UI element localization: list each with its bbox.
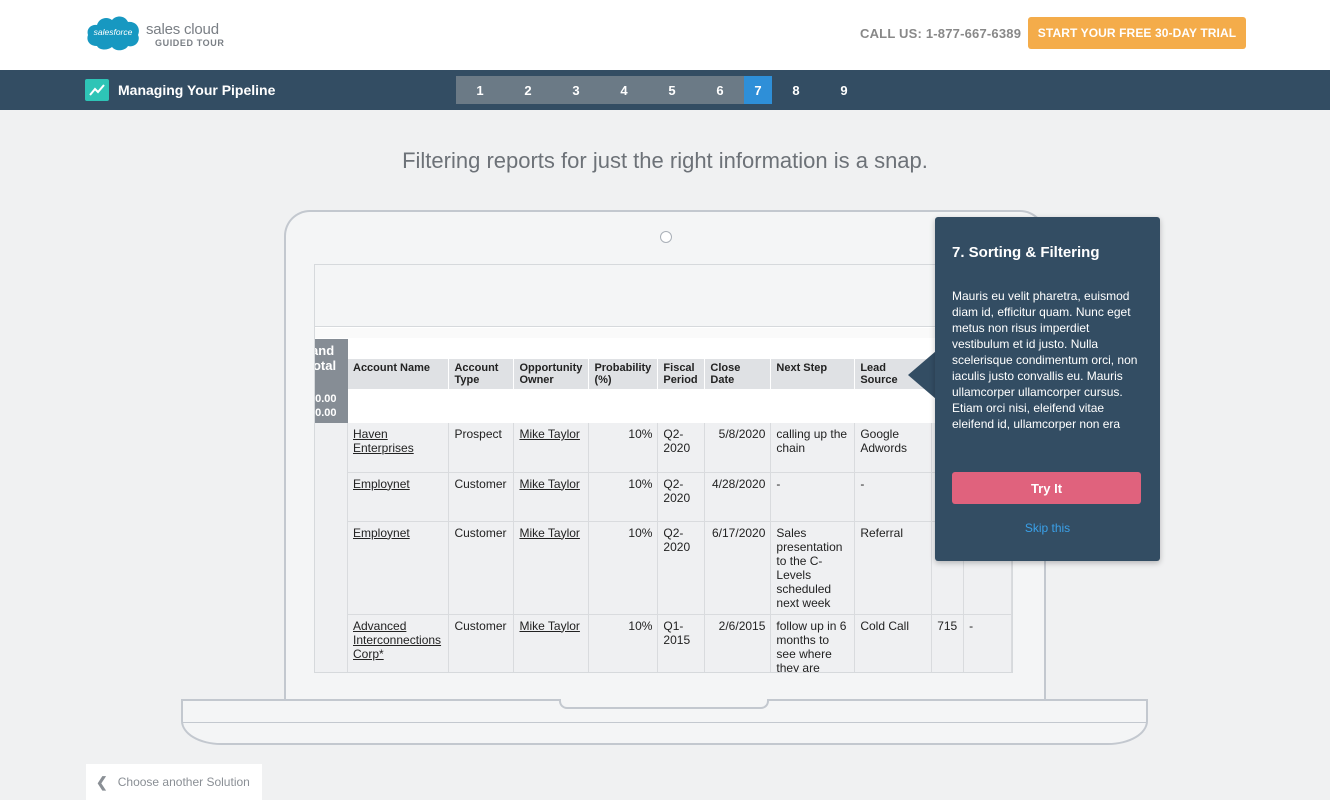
tour-popover: 7. Sorting & Filtering Mauris eu velit p… bbox=[935, 217, 1160, 561]
popover-arrow bbox=[908, 351, 936, 399]
table-row: Haven Enterprises Prospect Mike Taylor 1… bbox=[348, 423, 1012, 473]
tour-nav-bar: Managing Your Pipeline 1 2 3 4 5 6 7 8 9 bbox=[0, 70, 1330, 110]
account-type-cell: Customer bbox=[448, 472, 515, 522]
next-step-cell: Sales presentation to the C-Levels sched… bbox=[770, 521, 856, 615]
next-step-cell: - bbox=[770, 472, 856, 522]
step-4[interactable]: 4 bbox=[600, 76, 648, 104]
col-close-date[interactable]: Close Date bbox=[704, 359, 772, 389]
report-table: Account Name Account Type Opportunity Ow… bbox=[348, 359, 1012, 672]
fiscal-period-cell: Q2-2020 bbox=[657, 423, 706, 473]
next-step-cell: follow up in 6 months to see where they … bbox=[770, 614, 856, 672]
owner-link[interactable]: Mike Taylor bbox=[513, 423, 590, 473]
table-row: Employnet Customer Mike Taylor 10% Q2-20… bbox=[348, 521, 1012, 615]
lead-source-cell: - bbox=[854, 472, 933, 522]
try-it-button[interactable]: Try It bbox=[952, 472, 1141, 504]
lead-source-cell: Referral bbox=[854, 521, 933, 615]
probability-cell: 10% bbox=[588, 614, 659, 672]
step-8[interactable]: 8 bbox=[772, 76, 820, 104]
close-date-cell: 6/17/2020 bbox=[704, 521, 772, 615]
grouping-column bbox=[315, 423, 348, 672]
account-type-cell: Customer bbox=[448, 614, 515, 672]
owner-link[interactable]: Mike Taylor bbox=[513, 614, 590, 672]
logo-badge-text: salesforce bbox=[94, 27, 133, 37]
salesforce-logo-icon[interactable]: salesforce bbox=[85, 13, 141, 52]
col-account-name[interactable]: Account Name bbox=[348, 359, 450, 389]
lead-source-cell: Google Adwords bbox=[854, 423, 933, 473]
account-link[interactable]: Employnet bbox=[348, 521, 450, 615]
step-2[interactable]: 2 bbox=[504, 76, 552, 104]
popover-body: Mauris eu velit pharetra, euismod diam i… bbox=[952, 289, 1138, 431]
chart-trend-icon bbox=[85, 79, 109, 101]
account-type-cell: Customer bbox=[448, 521, 515, 615]
fiscal-period-cell: Q2-2020 bbox=[657, 472, 706, 522]
step-9[interactable]: 9 bbox=[820, 76, 868, 104]
site-header: salesforce sales cloud GUIDED TOUR CALL … bbox=[0, 0, 1330, 70]
close-date-cell: 2/6/2015 bbox=[704, 614, 772, 672]
step-3[interactable]: 3 bbox=[552, 76, 600, 104]
fiscal-period-cell: Q2-2020 bbox=[657, 521, 706, 615]
close-date-cell: 5/8/2020 bbox=[704, 423, 772, 473]
grand-total-value-2: 00.00 bbox=[315, 407, 337, 419]
grand-total-label-2: Total bbox=[315, 358, 337, 373]
table-row: Employnet Customer Mike Taylor 10% Q2-20… bbox=[348, 472, 1012, 522]
grand-total-header: rand Total bbox=[315, 339, 348, 389]
col-fiscal-period[interactable]: Fiscal Period bbox=[657, 359, 706, 389]
grand-total-label-1: rand bbox=[315, 343, 335, 358]
laptop-base-edge bbox=[183, 722, 1146, 723]
account-link[interactable]: Advanced Interconnections Corp* bbox=[348, 614, 450, 672]
probability-cell: 10% bbox=[588, 472, 659, 522]
popover-title: 7. Sorting & Filtering bbox=[952, 244, 1100, 261]
owner-link[interactable]: Mike Taylor bbox=[513, 472, 590, 522]
page-headline: Filtering reports for just the right inf… bbox=[402, 148, 928, 173]
report-header-area bbox=[315, 265, 1012, 327]
owner-link[interactable]: Mike Taylor bbox=[513, 521, 590, 615]
table-row: Advanced Interconnections Corp* Customer… bbox=[348, 614, 1012, 672]
tour-title: Managing Your Pipeline bbox=[118, 82, 276, 98]
step-1[interactable]: 1 bbox=[456, 76, 504, 104]
probability-cell: 10% bbox=[588, 423, 659, 473]
extra-2-cell: - bbox=[963, 614, 1012, 672]
col-probability[interactable]: Probability (%) bbox=[588, 359, 659, 389]
grand-total-values: 00.00 00.00 bbox=[315, 389, 348, 423]
step-7[interactable]: 7 bbox=[744, 76, 772, 104]
chevron-left-icon: ❮ bbox=[96, 773, 108, 790]
close-date-cell: 4/28/2020 bbox=[704, 472, 772, 522]
lead-source-cell: Cold Call bbox=[854, 614, 933, 672]
free-trial-button[interactable]: START YOUR FREE 30-DAY TRIAL bbox=[1028, 17, 1246, 49]
grand-total-value-1: 00.00 bbox=[315, 393, 337, 405]
choose-solution-button[interactable]: ❮ Choose another Solution bbox=[86, 764, 262, 800]
account-link[interactable]: Haven Enterprises bbox=[348, 423, 450, 473]
laptop-camera bbox=[660, 231, 672, 243]
account-link[interactable]: Employnet bbox=[348, 472, 450, 522]
next-step-cell: calling up the chain bbox=[770, 423, 856, 473]
step-pager: 1 2 3 4 5 6 7 8 9 bbox=[456, 76, 868, 104]
col-next-step[interactable]: Next Step bbox=[770, 359, 856, 389]
laptop-notch bbox=[559, 699, 769, 709]
step-6[interactable]: 6 bbox=[696, 76, 744, 104]
logo-product-name: sales cloud bbox=[146, 21, 219, 38]
probability-cell: 10% bbox=[588, 521, 659, 615]
call-us-phone[interactable]: CALL US: 1-877-667-6389 bbox=[860, 26, 1021, 41]
col-opportunity-owner[interactable]: Opportunity Owner bbox=[513, 359, 590, 389]
choose-solution-label: Choose another Solution bbox=[117, 775, 250, 789]
extra-1-cell: 715 bbox=[931, 614, 965, 672]
account-type-cell: Prospect bbox=[448, 423, 515, 473]
skip-link[interactable]: Skip this bbox=[935, 521, 1160, 535]
fiscal-period-cell: Q1-2015 bbox=[657, 614, 706, 672]
report-divider bbox=[315, 328, 1012, 338]
step-5[interactable]: 5 bbox=[648, 76, 696, 104]
logo-subtitle: GUIDED TOUR bbox=[155, 38, 225, 48]
report-screen: rand Total 00.00 00.00 Account Name Acco… bbox=[314, 264, 1013, 673]
col-account-type[interactable]: Account Type bbox=[448, 359, 515, 389]
